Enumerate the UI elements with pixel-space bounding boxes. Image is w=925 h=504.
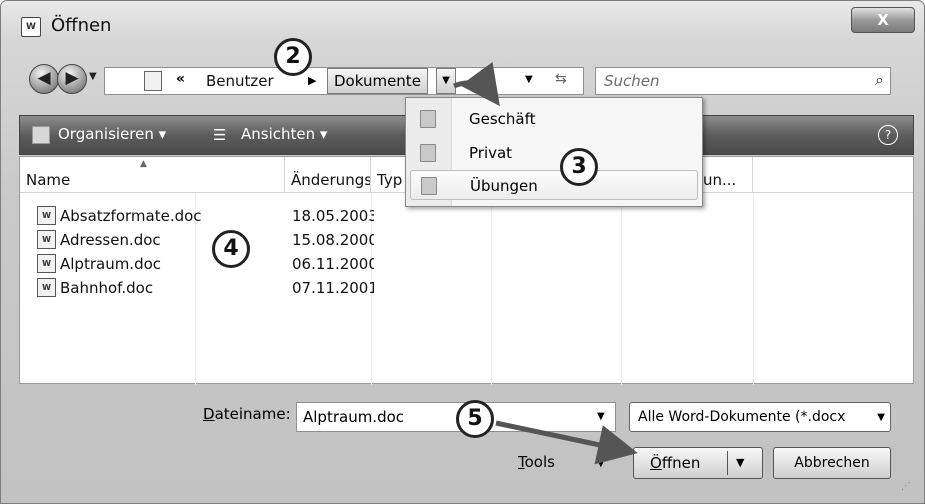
file-name: Adressen.doc bbox=[60, 231, 161, 249]
chevron-down-icon: ▼ bbox=[877, 412, 885, 423]
breadcrumb-popup-menu: Geschäft Privat Übungen bbox=[405, 97, 703, 207]
open-button-label: Öffnen bbox=[650, 454, 701, 472]
address-history-dropdown[interactable]: ▼ bbox=[525, 74, 533, 85]
file-name: Alptraum.doc bbox=[60, 255, 162, 273]
word-doc-icon: W bbox=[37, 278, 56, 297]
file-row[interactable]: W Alptraum.doc 06.11.2000 bbox=[20, 253, 380, 275]
file-row[interactable]: W Absatzformate.doc 18.05.2003 bbox=[20, 205, 380, 227]
magnifier-icon[interactable]: ⌕ bbox=[875, 70, 884, 90]
word-doc-icon: W bbox=[37, 230, 56, 249]
open-button[interactable]: Öffnen ▼ bbox=[633, 447, 763, 479]
popup-item-label: Privat bbox=[469, 144, 513, 162]
dialog-title: Öffnen bbox=[51, 15, 112, 36]
file-name: Bahnhof.doc bbox=[60, 279, 154, 297]
folder-icon bbox=[420, 110, 436, 128]
address-bar[interactable]: « Benutzer ▶ Dokumente ▼ ▼ ⇆ bbox=[104, 67, 584, 95]
breadcrumb-dokumente[interactable]: Dokumente bbox=[327, 68, 428, 94]
column-name[interactable]: Name bbox=[20, 157, 285, 193]
filename-label: Dateiname: bbox=[203, 405, 291, 423]
tools-dropdown[interactable]: ▼ bbox=[597, 458, 605, 469]
tools-menu[interactable]: Tools bbox=[518, 453, 555, 471]
folder-icon bbox=[144, 71, 162, 91]
file-name: Absatzformate.doc bbox=[60, 207, 202, 225]
search-input[interactable]: Suchen ⌕ bbox=[595, 67, 891, 95]
popup-item-label: Übungen bbox=[470, 177, 538, 195]
word-doc-icon: W bbox=[21, 17, 41, 37]
sort-ascending-icon: ▲ bbox=[140, 159, 147, 169]
callout-step-4: 4 bbox=[212, 230, 250, 268]
breadcrumb-separator-icon[interactable]: ▶ bbox=[308, 74, 316, 87]
word-doc-icon: W bbox=[37, 254, 56, 273]
file-row[interactable]: W Adressen.doc 15.08.2000 bbox=[20, 229, 380, 251]
search-placeholder: Suchen bbox=[604, 72, 660, 90]
column-divider bbox=[621, 193, 622, 385]
views-icon: ☰ bbox=[213, 126, 227, 144]
popup-item-uebungen[interactable]: Übungen bbox=[410, 170, 698, 200]
organize-icon bbox=[32, 126, 50, 144]
breadcrumb-overflow[interactable]: « bbox=[176, 71, 185, 87]
breadcrumb-dropdown-button[interactable]: ▼ bbox=[436, 68, 456, 94]
file-type-filter-value: Alle Word-Dokumente (*.docx bbox=[638, 409, 846, 425]
popup-item-privat[interactable]: Privat bbox=[410, 138, 698, 168]
folder-icon bbox=[420, 144, 436, 162]
column-divider bbox=[753, 193, 754, 385]
popup-item-geschaeft[interactable]: Geschäft bbox=[410, 104, 698, 134]
recent-pages-dropdown[interactable]: ▼ bbox=[89, 71, 97, 82]
popup-item-label: Geschäft bbox=[469, 110, 536, 128]
column-divider bbox=[491, 193, 492, 385]
resize-grip[interactable]: ⋰ bbox=[901, 481, 911, 492]
file-date: 06.11.2000 bbox=[292, 255, 374, 273]
open-button-separator bbox=[727, 451, 728, 475]
callout-step-3: 3 bbox=[560, 148, 598, 186]
callout-step-2: 2 bbox=[274, 38, 312, 76]
filename-dropdown[interactable]: ▼ bbox=[597, 411, 605, 422]
column-date[interactable]: Änderungsdatum bbox=[285, 157, 371, 193]
file-type-filter[interactable]: Alle Word-Dokumente (*.docx ▼ bbox=[629, 402, 891, 432]
forward-button[interactable]: ▶ bbox=[57, 64, 87, 94]
organize-button[interactable]: Organisieren ▾ bbox=[58, 125, 166, 143]
views-button[interactable]: Ansichten ▾ bbox=[241, 125, 327, 143]
close-button[interactable]: X bbox=[851, 7, 915, 33]
file-date: 18.05.2003 bbox=[292, 207, 374, 225]
back-button[interactable]: ◀ bbox=[29, 64, 59, 94]
folder-icon bbox=[421, 177, 437, 195]
help-icon[interactable]: ? bbox=[878, 125, 898, 145]
open-options-dropdown[interactable]: ▼ bbox=[736, 456, 744, 469]
file-row[interactable]: W Bahnhof.doc 07.11.2001 bbox=[20, 277, 380, 299]
file-date: 07.11.2001 bbox=[292, 279, 374, 297]
cancel-button[interactable]: Abbrechen bbox=[773, 447, 891, 479]
word-doc-icon: W bbox=[37, 206, 56, 225]
file-date: 15.08.2000 bbox=[292, 231, 374, 249]
refresh-icon[interactable]: ⇆ bbox=[555, 71, 567, 87]
breadcrumb-benutzer[interactable]: Benutzer bbox=[206, 72, 274, 90]
callout-step-5: 5 bbox=[456, 400, 494, 438]
